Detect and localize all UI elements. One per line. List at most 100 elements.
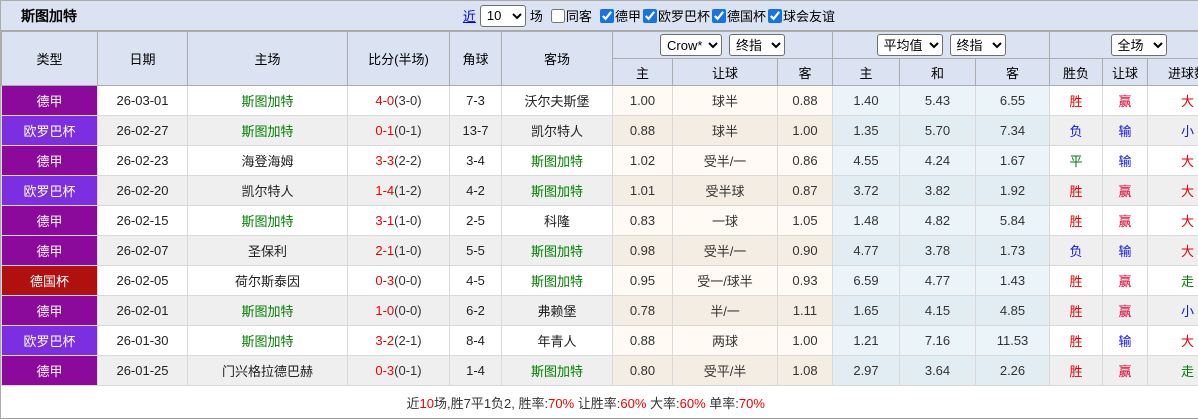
halftime-score: (1-0) xyxy=(394,243,422,258)
scope-select[interactable]: 全场 xyxy=(1110,34,1167,56)
odds-handicap-cell: 一球 xyxy=(672,205,778,236)
avg-draw-cell: 5.43 xyxy=(899,85,976,116)
league-filter: 德国杯 xyxy=(710,6,766,25)
summary-stat-label: 大率: xyxy=(646,395,680,411)
matches-label: 场 xyxy=(529,9,543,24)
away-team: 斯图加特 xyxy=(501,235,613,266)
recent-link[interactable]: 近 xyxy=(463,6,476,25)
col-date: 日期 xyxy=(97,31,188,86)
result-cell: 胜 xyxy=(1049,355,1104,386)
col-away: 客场 xyxy=(501,31,613,86)
scope-group-header: 全场 xyxy=(1049,31,1198,59)
avg-away-header: 客 xyxy=(974,58,1051,86)
league-badge: 德国杯 xyxy=(1,265,98,296)
corners-cell: 7-3 xyxy=(449,85,502,116)
odds-home-cell: 0.78 xyxy=(612,295,673,326)
avg-away-cell: 5.84 xyxy=(974,205,1051,236)
avg-away-cell: 1.92 xyxy=(974,175,1051,206)
goals-result-cell: 大 xyxy=(1147,145,1198,176)
avg-draw-cell: 4.15 xyxy=(899,295,976,326)
summary-stat-value: 60% xyxy=(679,395,706,411)
odds-away-cell: 0.93 xyxy=(777,265,833,296)
odds-company-select[interactable]: Crow* xyxy=(660,34,722,56)
odds-away-cell: 1.00 xyxy=(777,325,833,356)
avg-home-cell: 1.48 xyxy=(832,205,900,236)
avg-home-cell: 3.72 xyxy=(832,175,900,206)
same-away-checkbox[interactable] xyxy=(550,8,565,23)
league-filter-checkbox[interactable] xyxy=(599,8,614,23)
odds-handicap-cell: 受半/一 xyxy=(672,145,778,176)
fulltime-score: 3-2 xyxy=(375,333,395,348)
avg-away-cell: 4.85 xyxy=(974,295,1051,326)
corners-cell: 6-2 xyxy=(449,295,502,326)
handicap-result-cell: 赢 xyxy=(1102,205,1149,236)
goals-result-cell: 大 xyxy=(1147,85,1198,116)
home-team: 门兴格拉德巴赫 xyxy=(187,355,348,386)
away-team: 斯图加特 xyxy=(501,145,613,176)
home-team: 圣保利 xyxy=(187,235,348,266)
league-filter-checkbox[interactable] xyxy=(711,8,726,23)
avg-home-cell: 1.65 xyxy=(832,295,900,326)
recent-count-select[interactable]: 10 xyxy=(479,4,526,27)
goals-result-cell: 小 xyxy=(1147,115,1198,146)
league-filter: 球会友谊 xyxy=(766,6,835,25)
col-type: 类型 xyxy=(1,31,98,86)
away-team: 科隆 xyxy=(501,205,613,236)
title-bar: 斯图加特 近 10 场 同客 德甲 欧罗巴杯 德国杯 球会友谊 xyxy=(1,1,1198,31)
score-cell: 3-1(1-0) xyxy=(347,205,450,236)
avg-draw-cell: 4.24 xyxy=(899,145,976,176)
avg-draw-cell: 3.64 xyxy=(899,355,976,386)
avg-stage-select[interactable]: 终指 xyxy=(949,34,1006,56)
home-team: 斯图加特 xyxy=(187,115,348,146)
score-cell: 3-2(2-1) xyxy=(347,325,450,356)
odds-away-cell: 0.87 xyxy=(777,175,833,206)
handicap-result-header: 让球 xyxy=(1102,58,1149,86)
table-row: 欧罗巴杯 26-02-20 凯尔特人 1-4(1-2) 4-2 斯图加特 1.0… xyxy=(1,175,1198,206)
fulltime-score: 3-1 xyxy=(375,213,395,228)
odds-stage-select[interactable]: 终指 xyxy=(729,34,785,56)
handicap-result-cell: 赢 xyxy=(1102,355,1149,386)
goals-result-cell: 小 xyxy=(1147,295,1198,326)
odds-handicap-cell: 受平/半 xyxy=(672,355,778,386)
result-header: 胜负 xyxy=(1049,58,1104,86)
summary-stat-label: 近 xyxy=(406,395,420,411)
score-cell: 1-0(0-0) xyxy=(347,295,450,326)
goals-header: 进球数 xyxy=(1147,58,1198,86)
league-filter-checkbox[interactable] xyxy=(767,8,782,23)
goals-result-cell: 走 xyxy=(1147,265,1198,296)
date-cell: 26-02-05 xyxy=(97,265,188,296)
handicap-result-cell: 输 xyxy=(1102,325,1149,356)
avg-home-cell: 4.55 xyxy=(832,145,900,176)
odds-handicap-cell: 半/一 xyxy=(672,295,778,326)
corners-cell: 13-7 xyxy=(449,115,502,146)
odds-home-cell: 0.80 xyxy=(612,355,673,386)
league-badge: 欧罗巴杯 xyxy=(1,325,98,356)
league-filter-checkbox[interactable] xyxy=(642,8,657,23)
table-row: 德甲 26-02-23 海登海姆 3-3(2-2) 3-4 斯图加特 1.02 … xyxy=(1,145,1198,176)
home-team: 斯图加特 xyxy=(187,205,348,236)
avg-away-cell: 1.67 xyxy=(974,145,1051,176)
summary-stat-value: 60% xyxy=(620,395,647,411)
date-cell: 26-02-07 xyxy=(97,235,188,266)
odds-home-cell: 1.00 xyxy=(612,85,673,116)
halftime-score: (2-2) xyxy=(394,153,422,168)
result-cell: 胜 xyxy=(1049,85,1104,116)
handicap-result-cell: 输 xyxy=(1102,145,1149,176)
goals-result-cell: 大 xyxy=(1147,205,1198,236)
halftime-score: (0-1) xyxy=(394,123,422,138)
score-cell: 3-3(2-2) xyxy=(347,145,450,176)
odds-handicap-cell: 受半球 xyxy=(672,175,778,206)
corners-cell: 3-4 xyxy=(449,145,502,176)
league-filters: 德甲 欧罗巴杯 德国杯 球会友谊 xyxy=(598,6,835,25)
odds-home-cell: 0.83 xyxy=(612,205,673,236)
league-badge: 欧罗巴杯 xyxy=(1,115,98,146)
avg-draw-cell: 3.82 xyxy=(899,175,976,206)
away-team: 沃尔夫斯堡 xyxy=(501,85,613,116)
odds-handicap-cell: 两球 xyxy=(672,325,778,356)
avg-source-select[interactable]: 平均值 xyxy=(876,34,943,56)
league-filter-label: 欧罗巴杯 xyxy=(657,9,710,24)
odds-away-cell: 1.05 xyxy=(777,205,833,236)
goals-result-cell: 大 xyxy=(1147,325,1198,356)
odds-home-cell: 0.98 xyxy=(612,235,673,266)
table-row: 德甲 26-01-25 门兴格拉德巴赫 0-3(0-1) 1-4 斯图加特 0.… xyxy=(1,355,1198,386)
